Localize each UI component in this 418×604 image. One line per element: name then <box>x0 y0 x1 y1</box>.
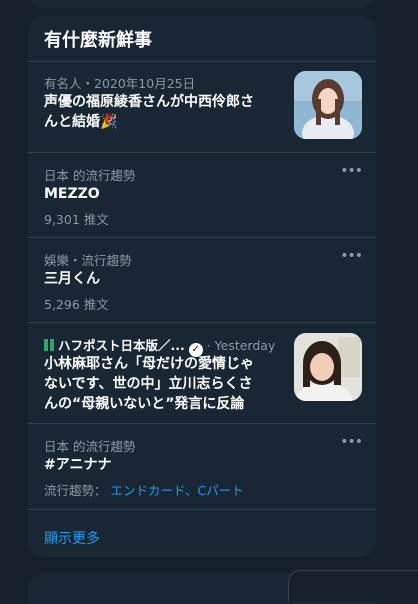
news-item[interactable]: ハフポスト日本版／... ✓ · Yesterday 小林麻耶さん「母だけの愛情… <box>28 323 376 424</box>
huffpost-logo-icon <box>44 339 54 351</box>
news-time: · Yesterday <box>206 338 276 353</box>
news-headline-line-2: ないです、世の中」立川志らくさ <box>44 376 253 392</box>
trend-item[interactable]: 娛樂・流行趨勢 三月くん 5,296 推文 ••• <box>28 238 376 323</box>
trend-meta: 娛樂・流行趨勢 <box>44 253 132 268</box>
trend-item[interactable]: 日本 的流行趨勢 #アニナナ 流行趨勢： エンドカード、Cパート ••• <box>28 424 376 510</box>
trend-headline: MEZZO <box>44 186 100 202</box>
trend-headline: #アニナナ <box>44 457 112 473</box>
news-thumbnail <box>294 71 362 139</box>
more-horizontal-icon[interactable]: ••• <box>340 163 363 179</box>
more-horizontal-icon[interactable]: ••• <box>340 248 363 264</box>
news-headline-line-1: 小林麻耶さん「母だけの愛情じゃ <box>44 356 254 372</box>
tweet-count: 5,296 推文 <box>44 297 109 312</box>
news-source: ハフポスト日本版／... <box>57 338 185 353</box>
more-horizontal-icon[interactable]: ••• <box>340 434 363 450</box>
trend-meta: 日本 的流行趨勢 <box>44 439 136 454</box>
trend-item[interactable]: 日本 的流行趨勢 MEZZO 9,301 推文 ••• <box>28 153 376 238</box>
news-thumbnail <box>294 333 362 401</box>
news-meta: 有名人・2020年10月25日 <box>44 76 196 91</box>
tweet-count: 9,301 推文 <box>44 212 109 227</box>
trend-headline: 三月くん <box>44 271 100 287</box>
news-headline-line-2: んと結婚🎉 <box>44 114 118 130</box>
news-headline-line-3: んの“母親いないと”発言に反論 <box>44 396 245 412</box>
related-trends-label: 流行趨勢： <box>44 483 107 498</box>
news-headline-line-1: 声優の福原綾香さんが中西伶郎さ <box>44 94 254 110</box>
related-trends: 流行趨勢： エンドカード、Cパート <box>44 480 244 499</box>
section-title: 有什麼新鮮事 <box>28 16 376 62</box>
trend-meta: 日本 的流行趨勢 <box>44 168 136 183</box>
show-more-link[interactable]: 顯示更多 <box>28 510 376 557</box>
previous-card <box>28 0 376 8</box>
news-item[interactable]: 有名人・2020年10月25日 声優の福原綾香さんが中西伶郎さ んと結婚🎉 <box>28 62 376 153</box>
whats-happening-card: 有什麼新鮮事 有名人・2020年10月25日 声優の福原綾香さんが中西伶郎さ ん… <box>28 16 376 557</box>
message-drawer-edge <box>288 570 418 601</box>
related-trends-links[interactable]: エンドカード、Cパート <box>111 483 244 498</box>
